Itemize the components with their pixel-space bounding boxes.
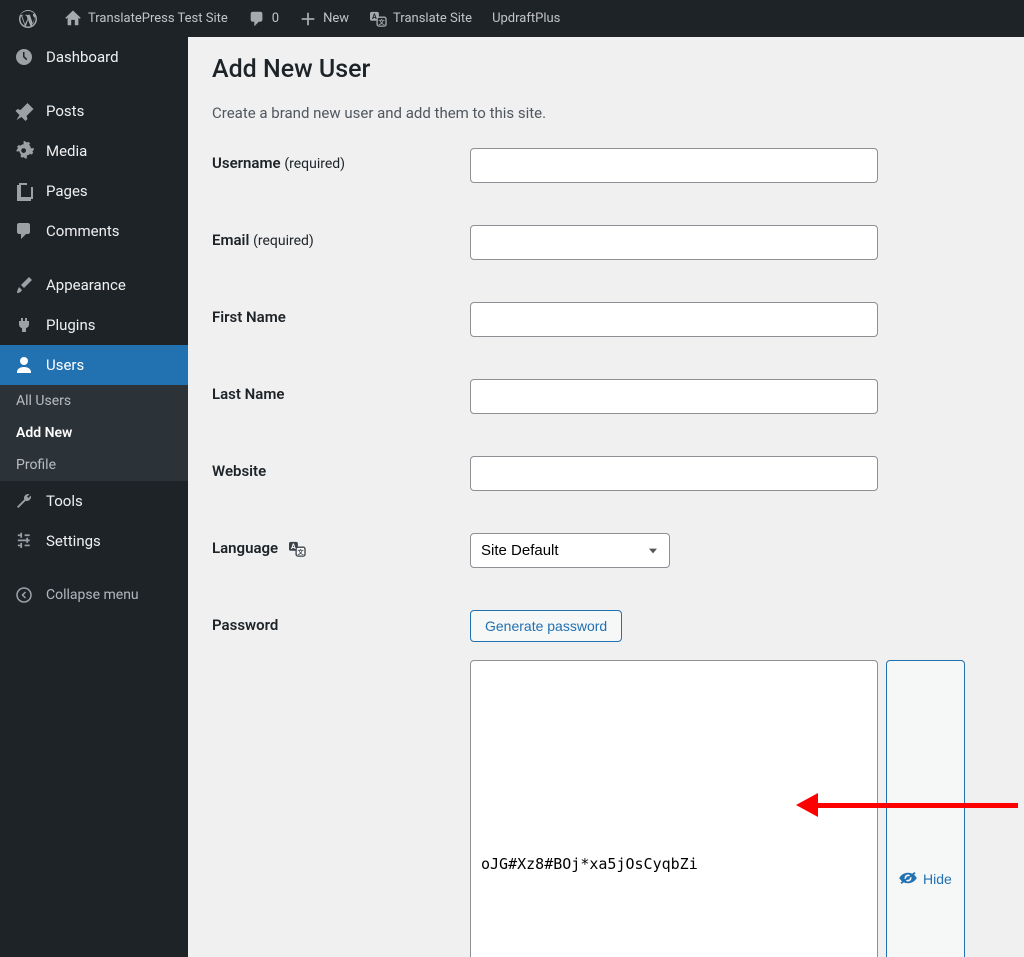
svg-text:A: A	[291, 542, 296, 551]
language-label: Language A文	[212, 533, 470, 557]
menu-dashboard[interactable]: Dashboard	[0, 37, 188, 77]
menu-pages[interactable]: Pages	[0, 171, 188, 211]
menu-appearance[interactable]: Appearance	[0, 265, 188, 305]
menu-posts[interactable]: Posts	[0, 91, 188, 131]
svg-text:文: 文	[297, 548, 304, 556]
translate-icon: A文	[369, 11, 387, 27]
menu-users[interactable]: Users	[0, 345, 188, 385]
submenu-add-new[interactable]: Add New	[0, 417, 188, 449]
email-input[interactable]	[470, 225, 878, 260]
new-label: New	[323, 11, 349, 26]
wrench-icon	[14, 491, 34, 511]
admin-bar: TranslatePress Test Site 0 New A文 Transl…	[0, 0, 1024, 37]
menu-tools[interactable]: Tools	[0, 481, 188, 521]
comment-icon	[248, 10, 266, 28]
collapse-menu[interactable]: Collapse menu	[0, 575, 188, 615]
users-submenu: All Users Add New Profile	[0, 385, 188, 481]
menu-label: Tools	[46, 492, 83, 510]
menu-label: Appearance	[46, 276, 126, 294]
site-title: TranslatePress Test Site	[88, 11, 228, 26]
email-label: Email (required)	[212, 225, 470, 249]
user-icon	[14, 355, 34, 375]
menu-label: Comments	[46, 222, 120, 240]
language-select[interactable]: Site Default	[470, 533, 670, 568]
svg-text:A: A	[372, 12, 377, 21]
translate-icon: A文	[288, 541, 306, 557]
menu-label: Users	[46, 356, 84, 374]
collapse-icon	[14, 585, 34, 605]
menu-label: Pages	[46, 182, 88, 200]
menu-media[interactable]: Media	[0, 131, 188, 171]
menu-settings[interactable]: Settings	[0, 521, 188, 561]
site-link[interactable]: TranslatePress Test Site	[54, 0, 238, 37]
translate-label: Translate Site	[393, 11, 472, 26]
menu-label: Settings	[46, 532, 101, 550]
lastname-input[interactable]	[470, 379, 878, 414]
website-label: Website	[212, 456, 470, 480]
main-content: Add New User Create a brand new user and…	[188, 37, 1024, 957]
pin-icon	[14, 101, 34, 121]
firstname-label: First Name	[212, 302, 470, 326]
wordpress-icon	[18, 9, 38, 29]
menu-label: Plugins	[46, 316, 95, 334]
username-label: Username (required)	[212, 148, 470, 172]
page-subtitle: Create a brand new user and add them to …	[212, 104, 1000, 122]
menu-comments[interactable]: Comments	[0, 211, 188, 251]
website-input[interactable]	[470, 456, 878, 491]
password-label: Password	[212, 610, 470, 634]
eye-slash-icon	[899, 871, 917, 888]
svg-text:文: 文	[378, 18, 385, 26]
submenu-profile[interactable]: Profile	[0, 449, 188, 481]
password-input[interactable]	[470, 660, 878, 957]
admin-sidebar: Dashboard Posts Media Pages Comments App…	[0, 37, 188, 957]
updraft-label: UpdraftPlus	[492, 11, 560, 26]
menu-label: Media	[46, 142, 87, 160]
pages-icon	[14, 181, 34, 201]
dashboard-icon	[14, 47, 34, 67]
menu-label: Posts	[46, 102, 84, 120]
generate-password-button[interactable]: Generate password	[470, 610, 622, 642]
submenu-all-users[interactable]: All Users	[0, 385, 188, 417]
plug-icon	[14, 315, 34, 335]
sliders-icon	[14, 531, 34, 551]
plus-icon	[299, 10, 317, 28]
wp-logo[interactable]	[8, 0, 54, 37]
comment-count: 0	[272, 11, 279, 26]
comments-link[interactable]: 0	[238, 0, 289, 37]
username-input[interactable]	[470, 148, 878, 183]
menu-label: Dashboard	[46, 48, 119, 66]
menu-plugins[interactable]: Plugins	[0, 305, 188, 345]
page-title: Add New User	[212, 55, 1000, 84]
new-link[interactable]: New	[289, 0, 359, 37]
translate-link[interactable]: A文 Translate Site	[359, 0, 482, 37]
collapse-label: Collapse menu	[46, 587, 139, 603]
lastname-label: Last Name	[212, 379, 470, 403]
media-icon	[14, 141, 34, 161]
hide-password-button[interactable]: Hide	[886, 660, 965, 957]
comment-icon	[14, 221, 34, 241]
updraft-link[interactable]: UpdraftPlus	[482, 0, 570, 37]
firstname-input[interactable]	[470, 302, 878, 337]
home-icon	[64, 10, 82, 28]
brush-icon	[14, 275, 34, 295]
